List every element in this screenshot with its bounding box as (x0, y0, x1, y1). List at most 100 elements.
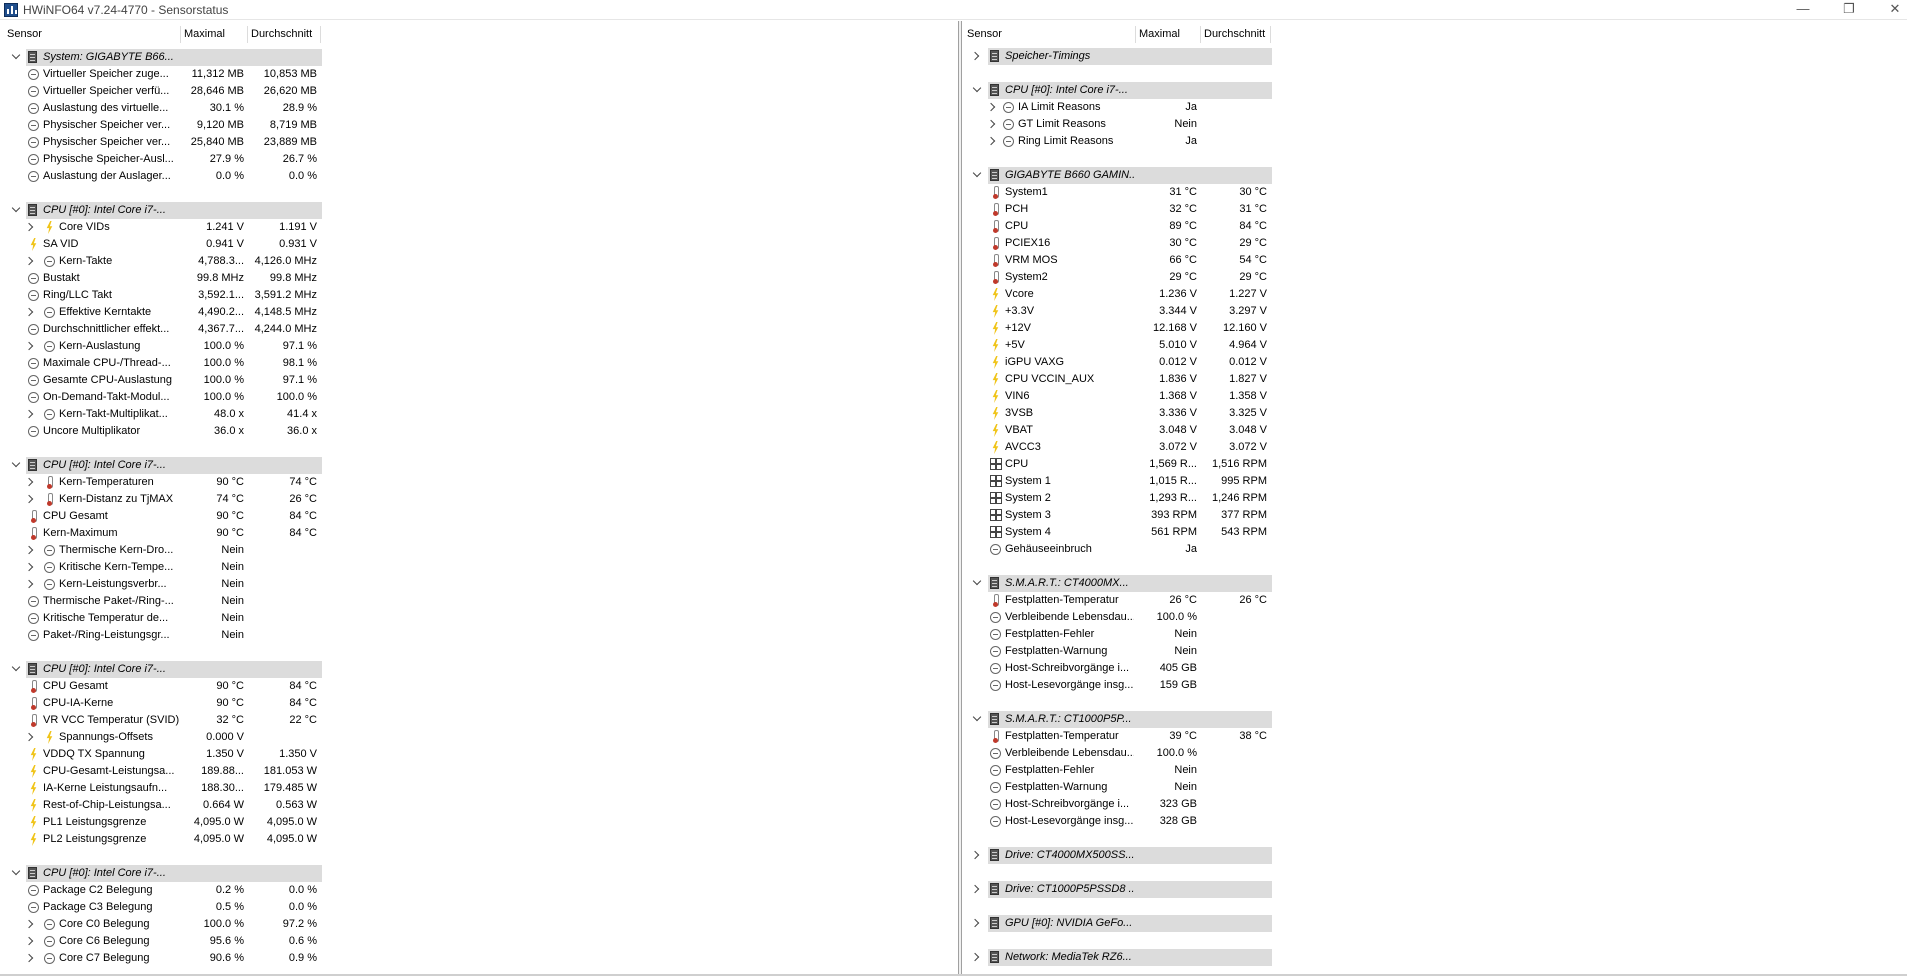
chevron-right-icon[interactable] (26, 341, 36, 352)
sensor-row[interactable]: Physischer Speicher ver... 25,840 MB 23,88… (0, 134, 958, 151)
sensor-row[interactable]: CPU-Gesamt-Leistungsa... 189.88... 181.053… (0, 763, 958, 780)
column-avg[interactable]: Durchschnitt (1201, 26, 1271, 43)
sensor-row[interactable]: Festplatten-Warnung Nein (962, 643, 1907, 660)
chevron-right-icon[interactable] (26, 222, 36, 233)
sensor-row[interactable]: 3VSB 3.336 V 3.325 V (962, 405, 1907, 422)
chevron-right-icon[interactable] (26, 936, 36, 947)
sensor-row[interactable]: Kern-Leistungsverbr... Nein (0, 576, 958, 593)
chevron-right-icon[interactable] (988, 136, 998, 147)
chevron-right-icon[interactable] (26, 953, 36, 964)
sensor-row[interactable]: Auslastung des virtuelle... 30.1 % 28.9 % (0, 100, 958, 117)
sensor-row[interactable]: Kern-Auslastung 100.0 % 97.1 % (0, 338, 958, 355)
sensor-row[interactable]: Host-Schreibvorgänge i... 323 GB (962, 796, 1907, 813)
sensor-row[interactable]: Core C6 Belegung 95.6 % 0.6 % (0, 933, 958, 950)
sensor-row[interactable]: System 2 1,293 R... 1,246 RPM (962, 490, 1907, 507)
chevron-right-icon[interactable] (26, 494, 36, 505)
sensor-group[interactable]: GPU [#0]: NVIDIA GeFo... (962, 915, 1907, 932)
sensor-row[interactable]: System 3 393 RPM 377 RPM (962, 507, 1907, 524)
sensor-row[interactable]: Package C2 Belegung 0.2 % 0.0 % (0, 882, 958, 899)
sensor-row[interactable]: Kritische Temperatur de... Nein (0, 610, 958, 627)
chevron-right-icon[interactable] (26, 545, 36, 556)
sensor-row[interactable]: Durchschnittlicher effekt... 4,367.7... 4,… (0, 321, 958, 338)
sensor-row[interactable]: VRM MOS 66 °C 54 °C (962, 252, 1907, 269)
chevron-down-icon[interactable] (972, 85, 982, 96)
chevron-right-icon[interactable] (26, 256, 36, 267)
sensor-row[interactable]: IA Limit Reasons Ja (962, 99, 1907, 116)
column-avg[interactable]: Durchschnitt (248, 26, 321, 43)
sensor-group[interactable]: GIGABYTE B660 GAMIN... (962, 167, 1907, 184)
sensor-group[interactable]: CPU [#0]: Intel Core i7-... (0, 457, 958, 474)
chevron-down-icon[interactable] (11, 460, 21, 471)
sensor-row[interactable]: PCH 32 °C 31 °C (962, 201, 1907, 218)
sensor-row[interactable]: AVCC3 3.072 V 3.072 V (962, 439, 1907, 456)
sensor-row[interactable]: Kern-Takt-Multiplikat... 48.0 x 41.4 x (0, 406, 958, 423)
sensor-group[interactable]: CPU [#0]: Intel Core i7-... (0, 202, 958, 219)
sensor-row[interactable]: Kern-Maximum 90 °C 84 °C (0, 525, 958, 542)
sensor-row[interactable]: Host-Lesevorgänge insg... 159 GB (962, 677, 1907, 694)
column-max[interactable]: Maximal (181, 26, 248, 43)
chevron-down-icon[interactable] (972, 170, 982, 181)
chevron-down-icon[interactable] (11, 52, 21, 63)
sensor-row[interactable]: Paket-/Ring-Leistungsgr... Nein (0, 627, 958, 644)
chevron-right-icon[interactable] (972, 952, 982, 963)
sensor-row[interactable]: Virtueller Speicher verfü... 28,646 MB 26,… (0, 83, 958, 100)
chevron-down-icon[interactable] (11, 205, 21, 216)
sensor-group[interactable]: S.M.A.R.T.: CT4000MX... (962, 575, 1907, 592)
sensor-group[interactable]: CPU [#0]: Intel Core i7-... (0, 865, 958, 882)
sensor-row[interactable]: Gesamte CPU-Auslastung 100.0 % 97.1 % (0, 372, 958, 389)
sensor-row[interactable]: Thermische Kern-Dro... Nein (0, 542, 958, 559)
sensor-row[interactable]: PCIEX16 30 °C 29 °C (962, 235, 1907, 252)
sensor-row[interactable]: Core VIDs 1.241 V 1.191 V (0, 219, 958, 236)
chevron-down-icon[interactable] (11, 868, 21, 879)
sensor-panel-right[interactable]: Sensor Maximal Durchschnitt Speicher-Tim… (962, 21, 1907, 976)
sensor-row[interactable]: CPU-IA-Kerne 90 °C 84 °C (0, 695, 958, 712)
chevron-right-icon[interactable] (26, 732, 36, 743)
sensor-row[interactable]: Kern-Distanz zu TjMAX 74 °C 26 °C (0, 491, 958, 508)
sensor-row[interactable]: CPU 89 °C 84 °C (962, 218, 1907, 235)
sensor-group[interactable]: CPU [#0]: Intel Core i7-... (0, 661, 958, 678)
chevron-right-icon[interactable] (972, 51, 982, 62)
chevron-right-icon[interactable] (26, 919, 36, 930)
sensor-group[interactable]: Speicher-Timings (962, 48, 1907, 65)
sensor-row[interactable]: Core C7 Belegung 90.6 % 0.9 % (0, 950, 958, 967)
close-button[interactable]: ✕ (1872, 0, 1907, 20)
column-max[interactable]: Maximal (1136, 26, 1201, 43)
sensor-row[interactable]: Physischer Speicher ver... 9,120 MB 8,719 … (0, 117, 958, 134)
sensor-row[interactable]: PL1 Leistungsgrenze 4,095.0 W 4,095.0 W (0, 814, 958, 831)
sensor-row[interactable]: VIN6 1.368 V 1.358 V (962, 388, 1907, 405)
sensor-row[interactable]: Festplatten-Temperatur 39 °C 38 °C (962, 728, 1907, 745)
sensor-row[interactable]: Kritische Kern-Tempe... Nein (0, 559, 958, 576)
sensor-row[interactable]: System 1 1,015 R... 995 RPM (962, 473, 1907, 490)
sensor-row[interactable]: CPU Gesamt 90 °C 84 °C (0, 508, 958, 525)
sensor-row[interactable]: On-Demand-Takt-Modul... 100.0 % 100.0 % (0, 389, 958, 406)
sensor-row[interactable]: +3.3V 3.344 V 3.297 V (962, 303, 1907, 320)
sensor-row[interactable]: Verbleibende Lebensdau... 100.0 % (962, 745, 1907, 762)
sensor-row[interactable]: VR VCC Temperatur (SVID) 32 °C 22 °C (0, 712, 958, 729)
sensor-row[interactable]: Festplatten-Temperatur 26 °C 26 °C (962, 592, 1907, 609)
sensor-row[interactable]: Physische Speicher-Ausl... 27.9 % 26.7 % (0, 151, 958, 168)
chevron-down-icon[interactable] (972, 714, 982, 725)
sensor-row[interactable]: Bustakt 99.8 MHz 99.8 MHz (0, 270, 958, 287)
sensor-row[interactable]: VDDQ TX Spannung 1.350 V 1.350 V (0, 746, 958, 763)
sensor-row[interactable]: Uncore Multiplikator 36.0 x 36.0 x (0, 423, 958, 440)
chevron-right-icon[interactable] (26, 477, 36, 488)
sensor-row[interactable]: Ring/LLC Takt 3,592.1... 3,591.2 MHz (0, 287, 958, 304)
chevron-right-icon[interactable] (26, 307, 36, 318)
chevron-right-icon[interactable] (26, 562, 36, 573)
sensor-group[interactable]: System: GIGABYTE B66... (0, 49, 958, 66)
sensor-row[interactable]: Spannungs-Offsets 0.000 V (0, 729, 958, 746)
sensor-row[interactable]: Kern-Temperaturen 90 °C 74 °C (0, 474, 958, 491)
chevron-right-icon[interactable] (972, 884, 982, 895)
sensor-row[interactable]: CPU VCCIN_AUX 1.836 V 1.827 V (962, 371, 1907, 388)
sensor-row[interactable]: System1 31 °C 30 °C (962, 184, 1907, 201)
sensor-row[interactable]: Virtueller Speicher zuge... 11,312 MB 10,8… (0, 66, 958, 83)
chevron-right-icon[interactable] (988, 119, 998, 130)
column-sensor[interactable]: Sensor (964, 26, 1136, 43)
sensor-row[interactable]: Festplatten-Warnung Nein (962, 779, 1907, 796)
sensor-group[interactable]: S.M.A.R.T.: CT1000P5P... (962, 711, 1907, 728)
sensor-row[interactable]: Rest-of-Chip-Leistungsa... 0.664 W 0.563 W (0, 797, 958, 814)
sensor-panel-left[interactable]: Sensor Maximal Durchschnitt System: GIGA… (0, 21, 958, 976)
sensor-row[interactable]: Effektive Kerntakte 4,490.2... 4,148.5 MHz (0, 304, 958, 321)
sensor-row[interactable]: Verbleibende Lebensdau... 100.0 % (962, 609, 1907, 626)
sensor-row[interactable]: CPU Gesamt 90 °C 84 °C (0, 678, 958, 695)
